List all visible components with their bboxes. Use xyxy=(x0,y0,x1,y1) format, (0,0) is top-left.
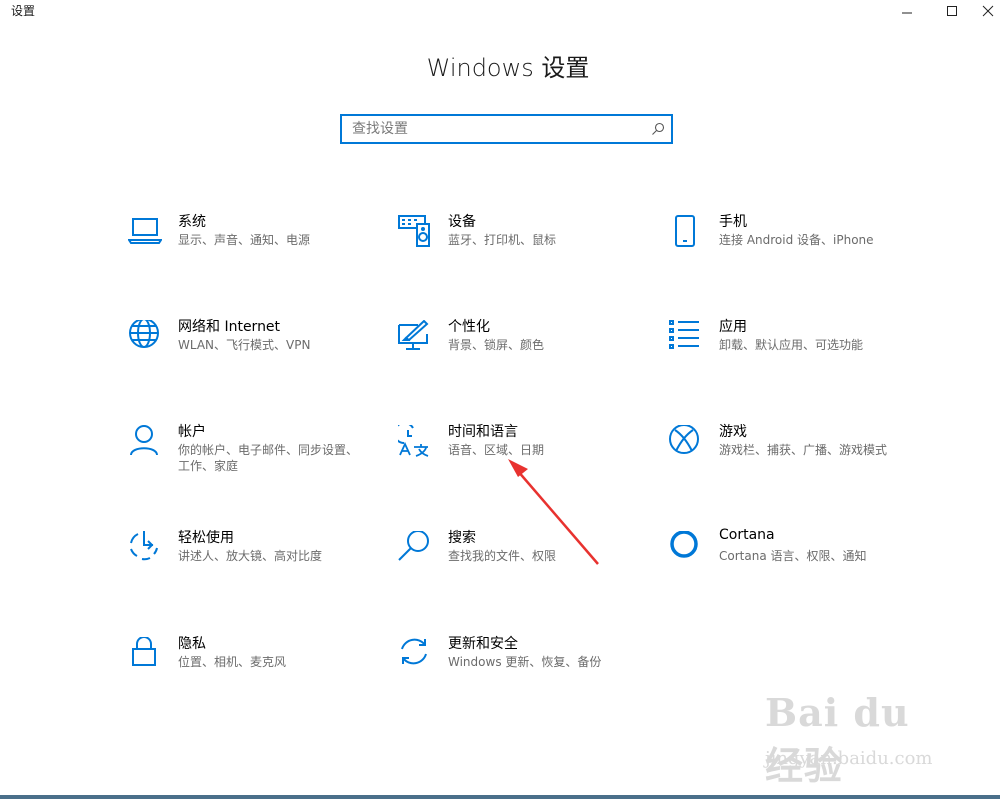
watermark-url: jingyan.baidu.com xyxy=(765,748,933,769)
annotation-arrow xyxy=(508,459,599,565)
watermark-logo: Bai du 经验 xyxy=(765,690,910,788)
taskbar-edge xyxy=(0,795,1000,799)
baidu-watermark: Bai du 经验 jingyan.baidu.com xyxy=(765,690,955,788)
